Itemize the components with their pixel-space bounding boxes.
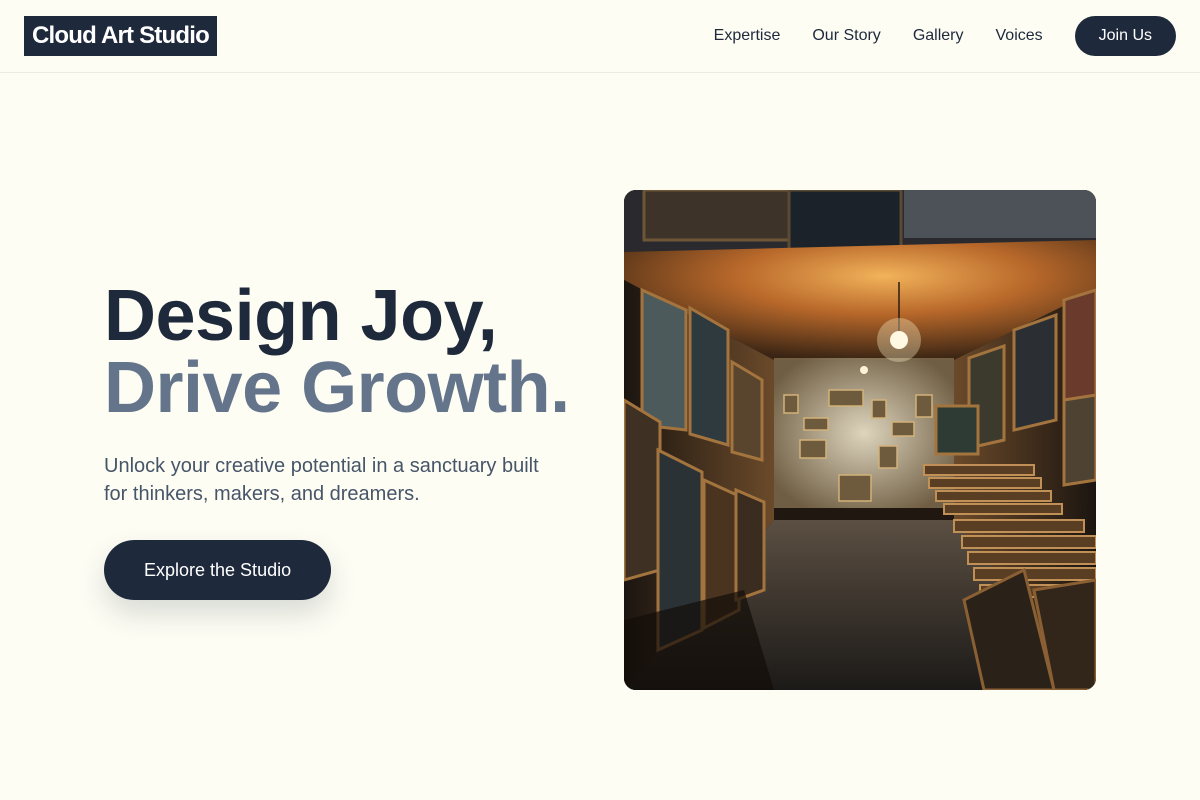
nav-link-expertise[interactable]: Expertise (714, 27, 781, 45)
headline-line-1: Design Joy, (104, 276, 498, 356)
main-nav: Expertise Our Story Gallery Voices Join … (714, 16, 1176, 56)
hero-image (624, 190, 1096, 690)
headline-line-2: Drive Growth. (104, 348, 570, 428)
nav-link-voices[interactable]: Voices (996, 27, 1043, 45)
nav-link-gallery[interactable]: Gallery (913, 27, 964, 45)
nav-link-our-story[interactable]: Our Story (812, 27, 880, 45)
hero-subtitle: Unlock your creative potential in a sanc… (104, 455, 539, 505)
site-logo[interactable]: Cloud Art Studio (24, 16, 217, 56)
art-studio-photo (624, 190, 1096, 690)
hero-headline: Design Joy, Drive Growth. (104, 280, 604, 424)
site-header: Cloud Art Studio Expertise Our Story Gal… (0, 0, 1200, 73)
join-us-button[interactable]: Join Us (1074, 16, 1176, 56)
hero-section: Design Joy, Drive Growth. Unlock your cr… (104, 280, 604, 600)
explore-studio-button[interactable]: Explore the Studio (104, 540, 332, 600)
